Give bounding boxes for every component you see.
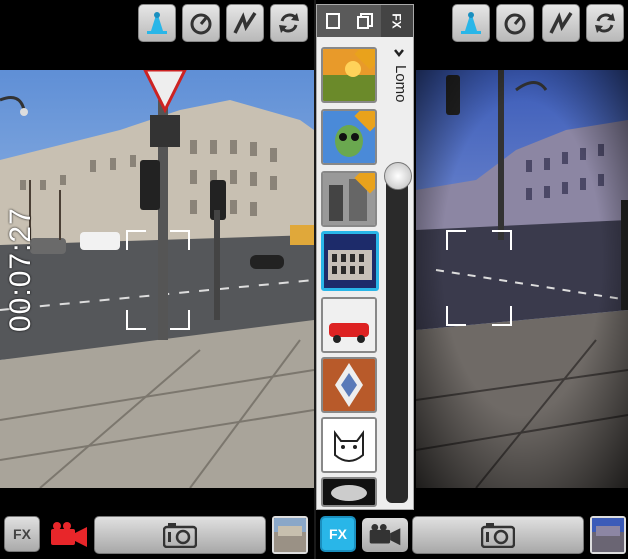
video-mode-button[interactable] <box>362 518 408 552</box>
lomo-street-scene-preview <box>416 70 628 488</box>
focus-bracket-tl <box>126 230 146 250</box>
video-camera-icon <box>369 523 401 546</box>
timer-button[interactable] <box>182 4 220 42</box>
timer-icon <box>190 13 212 35</box>
street-scene-preview <box>0 70 314 488</box>
flash-button[interactable] <box>542 4 580 42</box>
focus-bracket-tl <box>446 230 466 250</box>
switch-camera-icon <box>279 13 299 33</box>
filter-light-partial[interactable] <box>321 477 377 507</box>
focus-bracket-bl <box>126 310 146 330</box>
last-photo-thumbnail <box>592 518 624 552</box>
portrait-frame-icon <box>326 13 340 29</box>
fx-button[interactable]: FX <box>4 516 40 552</box>
current-effect-label: Lomo <box>392 65 409 103</box>
tilt-shift-icon <box>147 12 167 34</box>
gallery-thumbnail[interactable] <box>272 516 308 554</box>
intensity-slider-track[interactable] <box>386 165 408 503</box>
video-camera-icon <box>51 522 87 547</box>
filter-thumbnail <box>323 419 375 471</box>
filter-thumbnail <box>323 479 375 505</box>
camera-viewfinder[interactable] <box>416 70 628 488</box>
tilt-shift-icon <box>461 12 481 34</box>
switch-camera-icon <box>595 13 615 33</box>
tilt-shift-button[interactable] <box>138 4 176 42</box>
video-mode-button[interactable] <box>46 518 92 552</box>
focus-bracket-tr <box>492 230 512 250</box>
fx-panel-tabs: FX <box>317 5 413 37</box>
focus-bracket-br <box>492 306 512 326</box>
filter-bw-city[interactable] <box>321 171 377 227</box>
switch-camera-button[interactable] <box>270 4 308 42</box>
recording-timer: 00:07:27 <box>4 207 37 332</box>
tab-multi-frames[interactable] <box>349 5 381 37</box>
multi-frame-icon <box>357 13 373 29</box>
filter-red-car[interactable] <box>321 297 377 353</box>
timer-icon <box>504 13 526 35</box>
gallery-thumbnail[interactable] <box>590 516 626 554</box>
left-camera-screen: 00:07:27 FX <box>0 0 314 559</box>
last-photo-thumbnail <box>274 518 306 552</box>
focus-bracket-br <box>170 310 190 330</box>
filter-thumbnail <box>323 359 375 411</box>
camera-icon <box>481 523 515 548</box>
shutter-button[interactable] <box>94 516 266 554</box>
flash-button[interactable] <box>226 4 264 42</box>
tab-fx-label: FX <box>390 13 404 29</box>
filter-kaleidoscope[interactable] <box>321 357 377 413</box>
chevron-down-icon <box>394 49 404 58</box>
fx-button-label: FX <box>329 526 347 542</box>
filter-thumbnail <box>324 234 376 288</box>
switch-camera-button[interactable] <box>586 4 624 42</box>
fx-button-label: FX <box>13 526 31 542</box>
flash-icon <box>233 12 257 34</box>
filter-alien[interactable] <box>321 109 377 165</box>
filter-thumbnail <box>323 299 375 351</box>
camera-viewfinder[interactable]: 00:07:27 <box>0 70 314 488</box>
tilt-shift-button[interactable] <box>452 4 490 42</box>
filter-sunset-field[interactable] <box>321 47 377 103</box>
flash-icon <box>549 12 573 34</box>
tab-fx[interactable]: FX <box>381 5 413 37</box>
filter-colosseum-selected[interactable] <box>321 231 379 291</box>
fx-filter-panel: FX Lomo <box>316 4 414 510</box>
shutter-button[interactable] <box>412 516 584 554</box>
timer-button[interactable] <box>496 4 534 42</box>
fx-button-active[interactable]: FX <box>320 516 356 552</box>
camera-icon <box>163 523 197 548</box>
tab-frames[interactable] <box>317 5 349 37</box>
filter-cat-sketch[interactable] <box>321 417 377 473</box>
focus-bracket-tr <box>170 230 190 250</box>
focus-bracket-bl <box>446 306 466 326</box>
intensity-slider-knob[interactable] <box>384 162 412 190</box>
